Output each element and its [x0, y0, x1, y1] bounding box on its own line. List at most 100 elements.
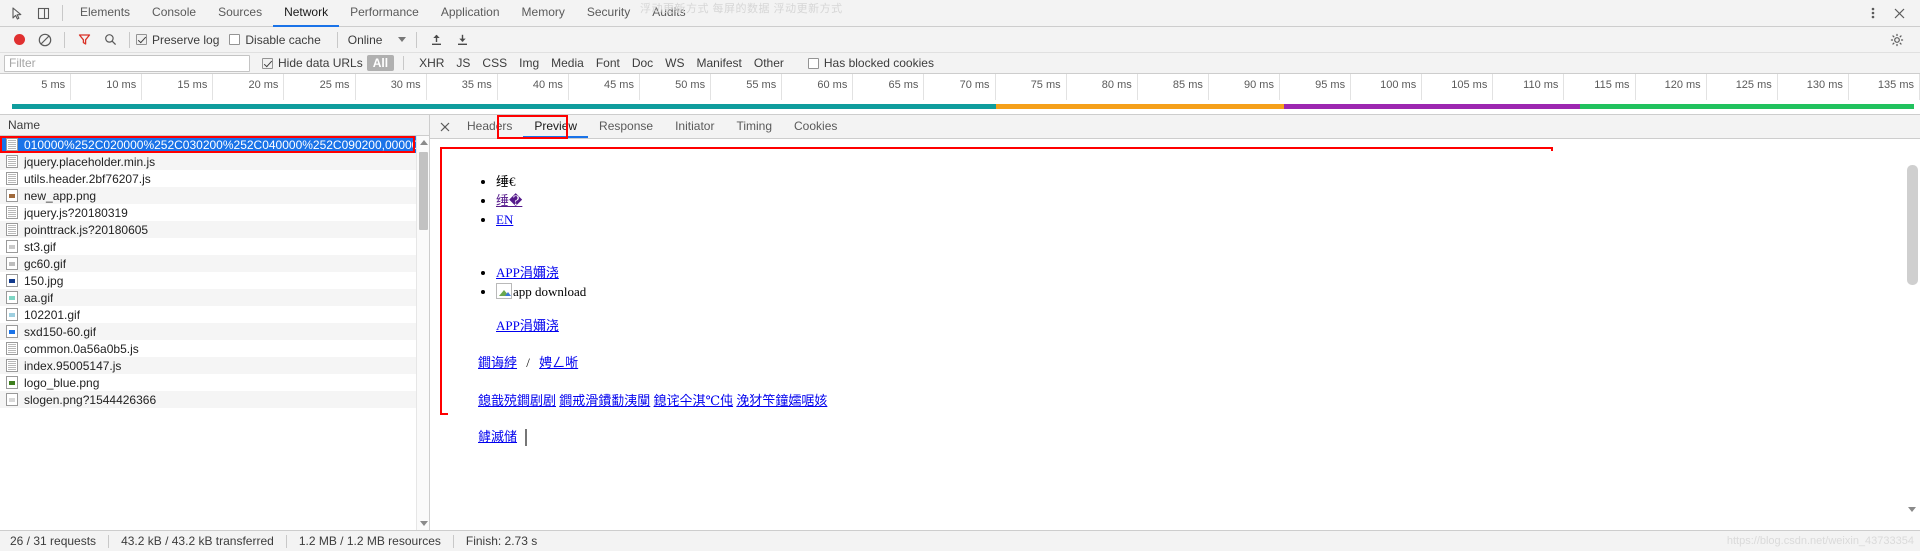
request-name: st3.gif	[24, 239, 57, 254]
preview-link-app-download-2[interactable]: APP涓嬭浇	[496, 318, 559, 333]
hide-data-urls-checkbox[interactable]: Hide data URLs	[262, 56, 363, 70]
tab-sources[interactable]: Sources	[207, 0, 273, 27]
requests-column-header[interactable]: Name	[0, 115, 429, 136]
filter-type-media[interactable]: Media	[545, 55, 590, 71]
table-row[interactable]: jquery.js?20180319	[0, 204, 429, 221]
filter-type-xhr[interactable]: XHR	[413, 55, 450, 71]
detail-tab-initiator[interactable]: Initiator	[664, 115, 725, 138]
filter-funnel-icon[interactable]	[71, 28, 97, 52]
filter-type-manifest[interactable]: Manifest	[691, 55, 748, 71]
preview-link-item[interactable]: 缍�	[496, 193, 522, 208]
preview-link-register[interactable]: 娉ㄥ唽	[539, 355, 578, 370]
preview-nav-link-3[interactable]: 鎴诧仐淇℃伅	[654, 393, 734, 408]
scroll-up-icon[interactable]	[417, 136, 429, 149]
detail-tabbar: Headers Preview Response Initiator Timin…	[430, 115, 1920, 139]
import-har-icon[interactable]	[423, 28, 449, 52]
table-row[interactable]: new_app.png	[0, 187, 429, 204]
record-button-icon[interactable]	[6, 28, 32, 52]
filter-type-css[interactable]: CSS	[476, 55, 513, 71]
image-file-icon	[6, 257, 18, 270]
preserve-log-checkbox[interactable]: Preserve log	[136, 33, 219, 47]
preview-nav-link-1[interactable]: 鎴戠殑鐧剧剧	[478, 393, 556, 408]
preview-iframe[interactable]: 缍€ 缍� EN APP涓嬭浇	[448, 151, 1903, 530]
network-overview[interactable]: 5 ms 10 ms 15 ms 20 ms 25 ms 30 ms 35 ms 40 ms 4…	[0, 74, 1920, 115]
search-icon[interactable]	[97, 28, 123, 52]
table-row[interactable]: gc60.gif	[0, 255, 429, 272]
script-file-icon	[6, 223, 18, 236]
preview-scroll-down-icon[interactable]	[1908, 507, 1916, 526]
tab-network[interactable]: Network	[273, 0, 340, 27]
export-har-icon[interactable]	[449, 28, 475, 52]
filter-type-font[interactable]: Font	[590, 55, 626, 71]
request-name: sxd150-60.gif	[24, 324, 97, 339]
table-row[interactable]: sxd150-60.gif	[0, 323, 429, 340]
preview-app-list: APP涓嬭浇 app download	[496, 264, 1903, 300]
clear-network-log-icon[interactable]	[32, 28, 58, 52]
filter-input[interactable]	[4, 54, 250, 72]
tab-security[interactable]: Security	[576, 0, 641, 27]
load-span	[996, 104, 1285, 109]
has-blocked-cookies-checkbox[interactable]: Has blocked cookies	[807, 56, 934, 70]
filter-type-ws[interactable]: WS	[659, 55, 690, 71]
table-row[interactable]: st3.gif	[0, 238, 429, 255]
list-item: EN	[496, 211, 1903, 228]
filter-type-all[interactable]: All	[366, 55, 395, 71]
filter-type-other[interactable]: Other	[748, 55, 790, 71]
tab-audits[interactable]: Audits	[641, 0, 696, 27]
table-row[interactable]: 010000%252C020000%252C030200%252C040000%…	[0, 136, 429, 153]
filter-type-js[interactable]: JS	[450, 55, 476, 71]
filter-type-doc[interactable]: Doc	[626, 55, 659, 71]
tab-application[interactable]: Application	[430, 0, 511, 27]
detail-tab-timing[interactable]: Timing	[725, 115, 783, 138]
table-row[interactable]: logo_blue.png	[0, 374, 429, 391]
preview-link-en[interactable]: EN	[496, 212, 513, 227]
disable-cache-checkbox[interactable]: Disable cache	[229, 33, 321, 47]
list-item: 缍€	[496, 173, 1903, 190]
preview-search-label[interactable]: 鎼滅储	[478, 429, 517, 444]
preview-scrollbar-thumb[interactable]	[1907, 165, 1918, 285]
toolbar-divider-4	[416, 31, 418, 48]
preview-link-login[interactable]: 鐧诲綍	[478, 355, 517, 370]
requests-list[interactable]: 010000%252C020000%252C030200%252C040000%…	[0, 136, 429, 530]
kebab-menu-icon[interactable]	[1860, 1, 1886, 25]
scrollbar-thumb[interactable]	[419, 152, 428, 230]
timeline-tick: 100 ms	[1351, 74, 1423, 100]
scroll-down-icon[interactable]	[417, 517, 429, 530]
device-toolbar-icon[interactable]	[30, 1, 56, 25]
table-row[interactable]: index.95005147.js	[0, 357, 429, 374]
tab-performance[interactable]: Performance	[339, 0, 430, 27]
cursor-inspect-icon[interactable]	[4, 1, 30, 25]
table-row[interactable]: 150.jpg	[0, 272, 429, 289]
preview-search-input[interactable]	[525, 429, 528, 447]
throttling-dropdown[interactable]: Online	[348, 33, 407, 47]
table-row[interactable]: slogen.png?1544426366	[0, 391, 429, 408]
filter-type-img[interactable]: Img	[513, 55, 545, 71]
close-icon[interactable]	[1886, 1, 1912, 25]
detail-tab-cookies[interactable]: Cookies	[783, 115, 848, 138]
preview-link-app-download[interactable]: APP涓嬭浇	[496, 265, 559, 280]
preview-scrollbar[interactable]	[1907, 153, 1918, 526]
tab-console[interactable]: Console	[141, 0, 207, 27]
tab-memory[interactable]: Memory	[511, 0, 576, 27]
status-transferred: 43.2 kB / 43.2 kB transferred	[121, 534, 274, 548]
tab-elements[interactable]: Elements	[69, 0, 141, 27]
timeline-tick: 120 ms	[1636, 74, 1707, 100]
table-row[interactable]: pointtrack.js?20180605	[0, 221, 429, 238]
table-row[interactable]: aa.gif	[0, 289, 429, 306]
close-detail-icon[interactable]	[434, 115, 456, 138]
image-file-icon	[6, 325, 18, 338]
table-row[interactable]: jquery.placeholder.min.js	[0, 153, 429, 170]
detail-tab-headers[interactable]: Headers	[456, 115, 523, 138]
table-row[interactable]: 102201.gif	[0, 306, 429, 323]
requests-scrollbar[interactable]	[416, 136, 429, 530]
table-row[interactable]: utils.header.2bf76207.js	[0, 170, 429, 187]
gear-icon[interactable]	[1884, 28, 1910, 52]
detail-tab-response[interactable]: Response	[588, 115, 664, 138]
preview-nav-link-4[interactable]: 浼犲笇鐘嬬啹姟	[736, 393, 827, 408]
detail-tab-preview[interactable]: Preview	[523, 115, 589, 138]
devtools-main-tabs: Elements Console Sources Network Perform…	[69, 0, 697, 27]
preview-nav-link-2[interactable]: 鐧戒滑鐨勫洟闃	[559, 393, 650, 408]
table-row[interactable]: common.0a56a0b5.js	[0, 340, 429, 357]
list-item: app download	[496, 283, 1903, 300]
timeline-tick: 85 ms	[1138, 74, 1209, 100]
